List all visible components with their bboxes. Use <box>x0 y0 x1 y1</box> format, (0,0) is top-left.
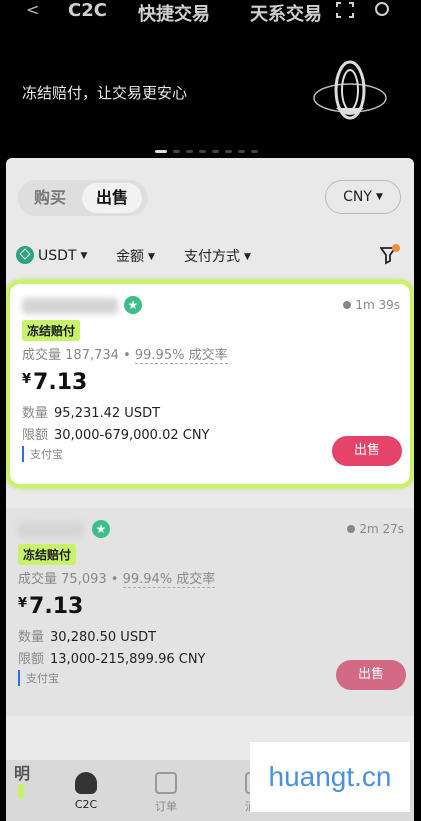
payment-filter-label: 支付方式 <box>184 249 240 265</box>
user-icon <box>75 772 97 794</box>
clock-icon <box>343 301 352 309</box>
payment-filter[interactable]: 支付方式 ▼ <box>184 246 251 266</box>
scan-icon[interactable] <box>336 2 354 18</box>
caret-down-icon: ▼ <box>375 192 383 202</box>
banner-text: 冻结赔付，让交易更安心 <box>22 84 188 102</box>
nav-c2c[interactable]: C2C <box>58 772 114 811</box>
top-nav: < C2C 快捷交易 天系交易 <box>0 0 421 32</box>
trade-stats: 成交量 75,093 • 99.94% 成交率 <box>18 572 216 588</box>
caret-down-icon: ▼ <box>244 252 251 262</box>
sell-button[interactable]: 出售 <box>332 436 402 466</box>
peek-text: 明 <box>14 764 31 783</box>
sell-tab[interactable]: 出售 <box>82 183 142 213</box>
currency-select[interactable]: CNY ▼ <box>325 180 401 214</box>
amount-filter[interactable]: 金额 ▼ <box>116 246 155 266</box>
promo-banner[interactable]: 冻结赔付，让交易更安心 <box>0 40 421 150</box>
listing-card[interactable]: ★ 2m 27s 冻结赔付 成交量 75,093 • 99.94% 成交率 ¥7… <box>6 508 414 716</box>
coin-illustration-icon <box>313 60 387 120</box>
verified-icon: ★ <box>124 296 142 314</box>
avg-release-time: 1m 39s <box>343 298 400 312</box>
document-icon <box>155 772 177 794</box>
filter-bar: USDT ▼ 金额 ▼ 支付方式 ▼ <box>16 244 404 268</box>
clock-icon <box>347 525 356 533</box>
quantity-row: 数量 95,231.42 USDT <box>22 406 161 421</box>
price: ¥7.13 <box>18 594 84 619</box>
tab-quick-trade[interactable]: 快捷交易 <box>138 0 210 26</box>
price: ¥7.13 <box>22 370 88 395</box>
limit-row: 限额 30,000-679,000.02 CNY <box>22 428 210 443</box>
peek-accent <box>18 784 24 798</box>
freeze-compensation-badge: 冻结赔付 <box>18 544 77 565</box>
search-icon[interactable] <box>374 2 392 18</box>
sell-button[interactable]: 出售 <box>336 660 406 690</box>
back-icon[interactable]: < <box>26 0 39 19</box>
buy-sell-toggle: 购买 出售 <box>18 180 148 216</box>
buy-tab[interactable]: 购买 <box>18 180 82 216</box>
listing-card[interactable]: ★ 1m 39s 冻结赔付 成交量 187,734 • 99.95% 成交率 ¥… <box>6 280 414 488</box>
freeze-compensation-badge: 冻结赔付 <box>22 320 81 341</box>
merchant-name-blurred <box>18 522 84 538</box>
tab-c2c[interactable]: C2C <box>68 0 107 21</box>
caret-down-icon: ▼ <box>148 252 155 262</box>
payment-method: 支付宝 <box>18 670 59 686</box>
coin-filter-label: USDT <box>38 248 77 264</box>
trade-stats: 成交量 187,734 • 99.95% 成交率 <box>22 348 228 364</box>
c2c-panel: 购买 出售 CNY ▼ USDT ▼ 金额 ▼ 支付方式 ▼ ★ 1m 39s 冻结赔付… <box>6 158 414 821</box>
quantity-row: 数量 30,280.50 USDT <box>18 630 157 645</box>
coin-filter[interactable]: USDT ▼ <box>16 246 87 264</box>
caret-down-icon: ▼ <box>80 251 88 261</box>
usdt-icon <box>16 246 34 264</box>
filter-funnel-icon[interactable] <box>380 244 400 266</box>
tab-trade[interactable]: 天系交易 <box>250 0 322 26</box>
limit-row: 限额 13,000-215,899.96 CNY <box>18 652 206 667</box>
payment-method: 支付宝 <box>22 446 63 462</box>
nav-orders[interactable]: 订单 <box>138 772 194 814</box>
verified-icon: ★ <box>92 520 110 538</box>
watermark: huangt.cn <box>250 742 410 812</box>
merchant-name-blurred <box>22 298 118 314</box>
currency-label: CNY <box>343 189 372 205</box>
amount-filter-label: 金额 <box>116 249 144 265</box>
avg-release-time: 2m 27s <box>347 522 404 536</box>
carousel-indicator <box>155 150 258 153</box>
